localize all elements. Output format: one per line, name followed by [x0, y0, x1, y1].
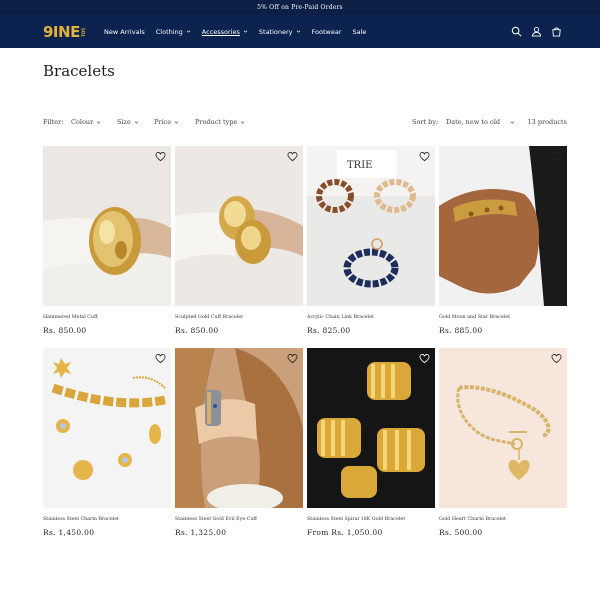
filter-label: Filter:: [43, 118, 64, 126]
product-title[interactable]: Gold Moon and Star Bracelet: [439, 315, 510, 320]
product-image[interactable]: [175, 348, 303, 508]
chevron-down-icon: [241, 121, 245, 124]
account-icon[interactable]: [531, 26, 542, 37]
main-nav: New Arrivals Clothing Accessories Statio…: [104, 15, 377, 48]
svg-text:TRIE: TRIE: [347, 160, 372, 171]
product-image[interactable]: [439, 348, 567, 508]
nav-item-sale[interactable]: Sale: [353, 28, 367, 36]
filter-size[interactable]: Size: [117, 118, 139, 126]
site-header: 9INE TO5 New Arrivals Clothing Accessori…: [0, 15, 600, 48]
nav-item-footwear[interactable]: Footwear: [312, 28, 342, 36]
product-title[interactable]: Stainless Steel Charm Bracelet: [43, 517, 119, 522]
chevron-down-icon: [186, 30, 191, 33]
chevron-down-icon: [96, 121, 101, 124]
nav-item-accessories[interactable]: Accessories: [202, 28, 248, 36]
wishlist-heart-icon[interactable]: [287, 151, 298, 162]
wishlist-heart-icon[interactable]: [419, 353, 430, 364]
filter-product-type[interactable]: Product type: [195, 118, 245, 126]
chevron-down-icon: [243, 30, 248, 33]
product-title[interactable]: Hammered Metal Cuff: [43, 315, 97, 320]
product-card[interactable]: Stainless Steel Gold Evil Eye Cuff Rs. 1…: [175, 348, 303, 537]
product-price: Rs. 1,450.00: [43, 528, 95, 537]
sort-label: Sort by:: [412, 118, 439, 126]
chevron-down-icon: [174, 121, 179, 124]
nav-label: New Arrivals: [104, 27, 145, 36]
wishlist-heart-icon[interactable]: [287, 353, 298, 364]
product-card[interactable]: TRIE Acrylic Chain Link Bracelet Rs. 825…: [307, 146, 435, 335]
product-price: Rs. 850.00: [175, 326, 219, 335]
sort-value: Date, new to old: [446, 118, 501, 126]
brand-logo[interactable]: 9INE TO5: [43, 23, 86, 41]
product-card[interactable]: Hammered Metal Cuff Rs. 850.00: [43, 146, 171, 335]
product-price: Rs. 885.00: [439, 326, 483, 335]
product-card[interactable]: Stainless Steel Spiral 18K Gold Bracelet…: [307, 348, 435, 537]
nav-item-stationery[interactable]: Stationery: [259, 28, 301, 36]
product-title[interactable]: Stainless Steel Gold Evil Eye Cuff: [175, 517, 257, 522]
sort-select[interactable]: Date, new to old: [446, 118, 515, 126]
product-card[interactable]: Gold Moon and Star Bracelet Rs. 885.00: [439, 146, 567, 335]
nav-label: Clothing: [155, 27, 183, 36]
product-title[interactable]: Gold Heart Charm Bracelet: [439, 517, 506, 522]
wishlist-heart-icon[interactable]: [551, 151, 562, 162]
nav-item-clothing[interactable]: Clothing: [156, 28, 191, 36]
search-icon[interactable]: [511, 26, 522, 37]
product-price: Rs. 850.00: [43, 326, 87, 335]
nav-item-new-arrivals[interactable]: New Arrivals: [104, 28, 145, 36]
header-actions: [502, 26, 562, 37]
wishlist-heart-icon[interactable]: [551, 353, 562, 364]
product-price: Rs. 500.00: [439, 528, 483, 537]
product-image[interactable]: [43, 146, 171, 306]
product-price: Rs. 1,325.00: [175, 528, 227, 537]
filter-price[interactable]: Price: [154, 118, 179, 126]
product-image[interactable]: [307, 348, 435, 508]
product-image[interactable]: [175, 146, 303, 306]
product-image[interactable]: [43, 348, 171, 508]
nav-label: Sale: [352, 27, 367, 36]
product-card[interactable]: Gold Heart Charm Bracelet Rs. 500.00: [439, 348, 567, 537]
product-title[interactable]: Acrylic Chain Link Bracelet: [307, 315, 374, 320]
chevron-down-icon: [510, 121, 515, 124]
filter-name: Price: [154, 118, 172, 126]
nav-label: Accessories: [201, 27, 240, 36]
product-image[interactable]: [439, 146, 567, 306]
filter-name: Colour: [71, 118, 94, 126]
logo-text: 9INE: [43, 23, 80, 41]
cart-icon[interactable]: [551, 26, 562, 37]
nav-label: Footwear: [311, 27, 342, 36]
product-count: 13 products: [527, 118, 567, 126]
logo-subtext: TO5: [80, 27, 86, 37]
product-price: Rs. 825.00: [307, 326, 351, 335]
nav-label: Stationery: [258, 27, 293, 36]
page-title: Bracelets: [43, 62, 115, 80]
wishlist-heart-icon[interactable]: [155, 353, 166, 364]
chevron-down-icon: [134, 121, 139, 124]
announcement-bar: 5% Off on Pre-Paid Orders: [0, 0, 600, 15]
filter-name: Product type: [195, 118, 238, 126]
product-image[interactable]: TRIE: [307, 146, 435, 306]
chevron-down-icon: [296, 30, 300, 33]
product-price: From Rs. 1,050.00: [307, 528, 383, 537]
wishlist-heart-icon[interactable]: [419, 151, 430, 162]
filter-colour[interactable]: Colour: [71, 118, 101, 126]
product-card[interactable]: Stainless Steel Charm Bracelet Rs. 1,450…: [43, 348, 171, 537]
filter-bar: Filter: Colour Size Price Product type S…: [43, 118, 567, 130]
wishlist-heart-icon[interactable]: [155, 151, 166, 162]
filter-name: Size: [117, 118, 131, 126]
product-title[interactable]: Stainless Steel Spiral 18K Gold Bracelet: [307, 517, 405, 522]
product-title[interactable]: Sculpted Gold Cuff Bracelet: [175, 315, 243, 320]
product-card[interactable]: Sculpted Gold Cuff Bracelet Rs. 850.00: [175, 146, 303, 335]
